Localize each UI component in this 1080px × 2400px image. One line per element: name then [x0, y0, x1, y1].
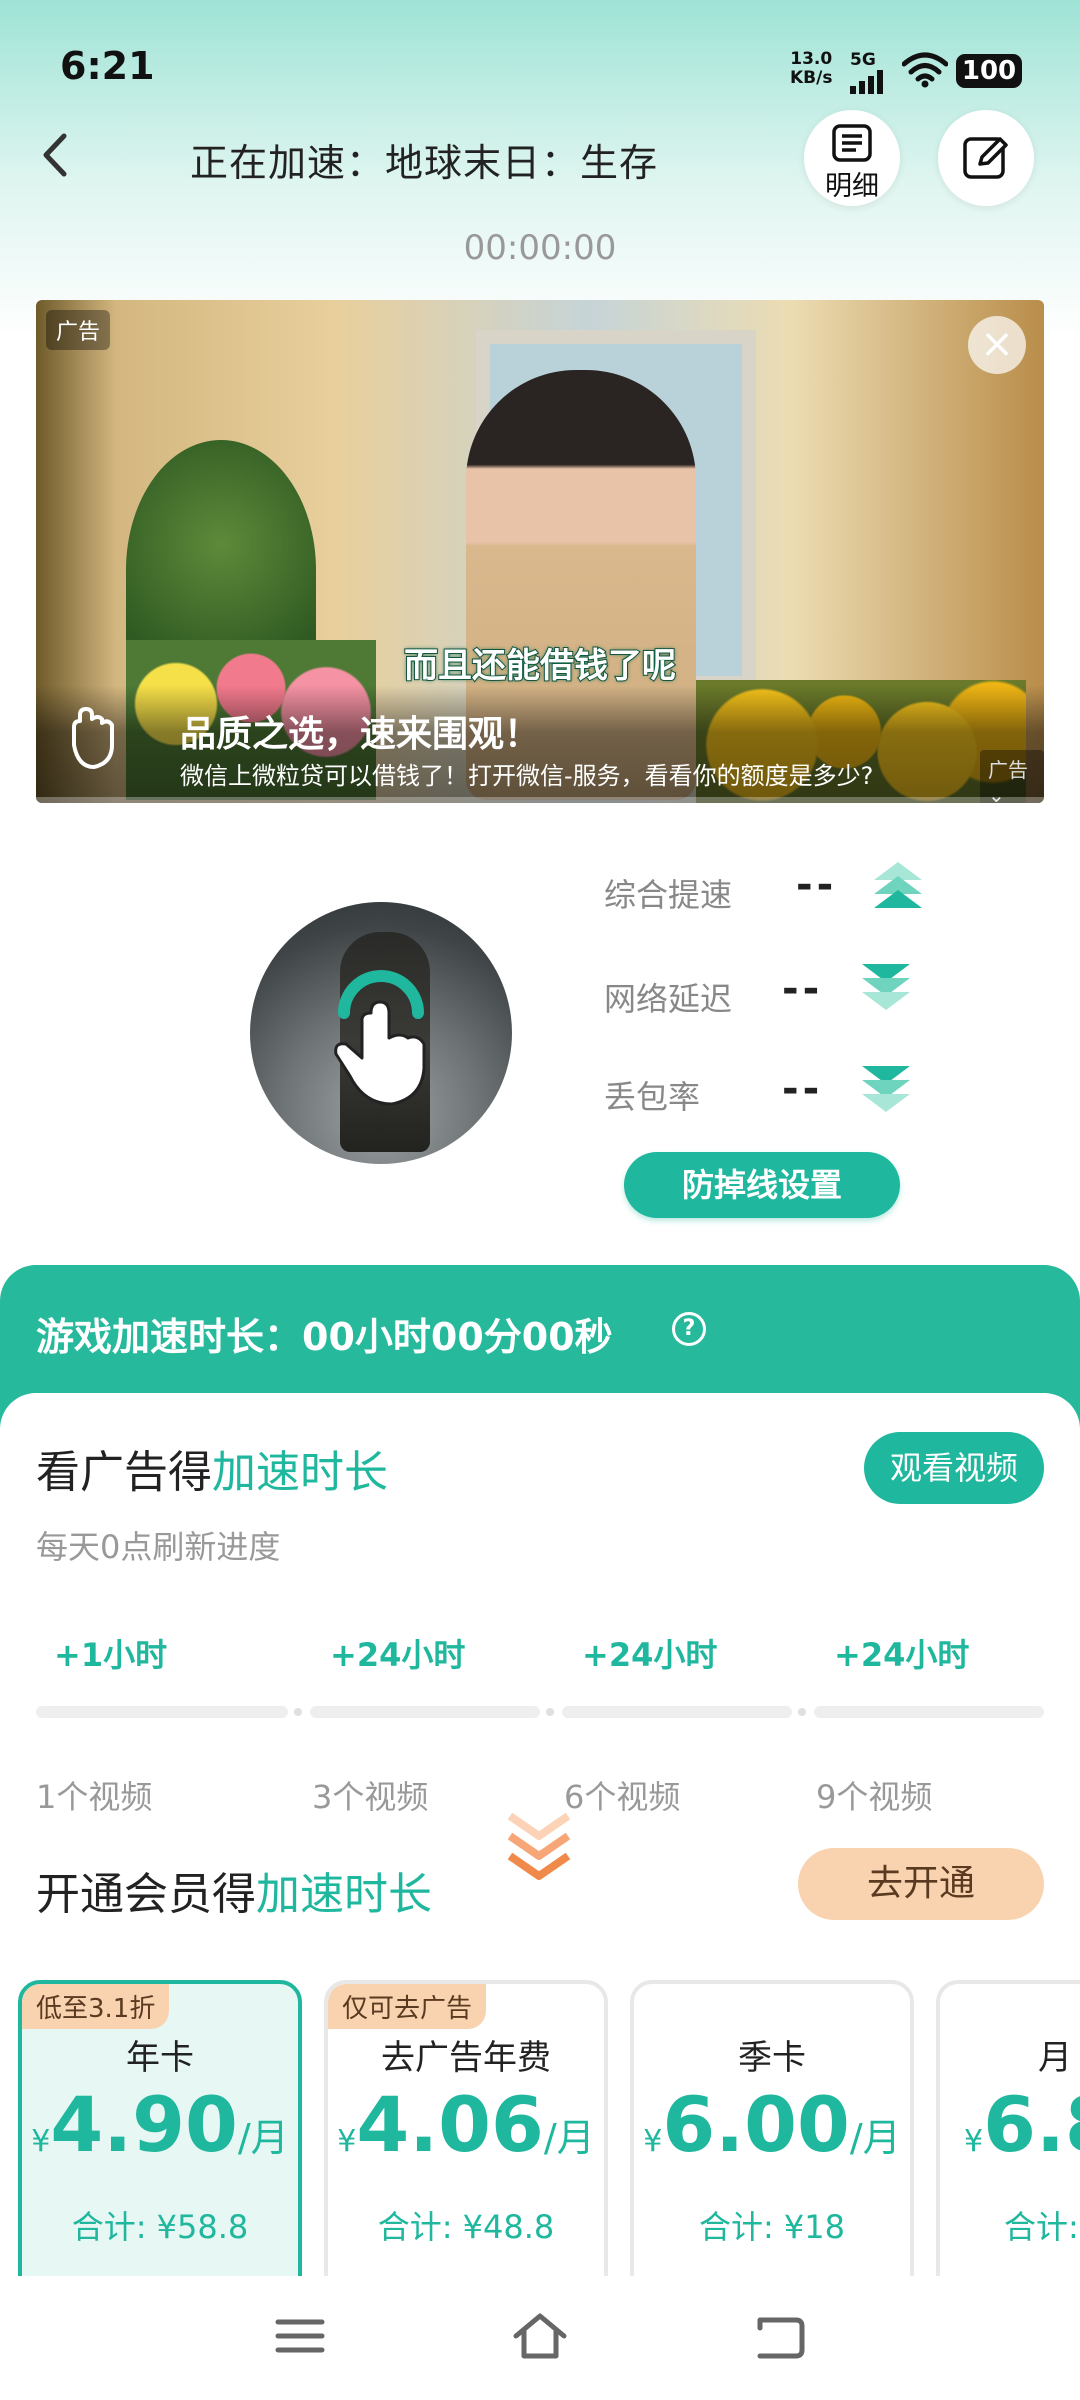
ad-more-button[interactable]: 广告 ⌄ [980, 750, 1044, 803]
stat-label-latency: 网络延迟 [604, 980, 733, 1018]
plan-card-quarterly[interactable]: 季卡 ¥6.00/月 合计: ¥18 [630, 1980, 914, 2300]
edit-button[interactable] [938, 110, 1034, 206]
game-duration-text: 游戏加速时长：00小时00分00秒 [36, 1315, 613, 1359]
detail-button[interactable]: 明细 [804, 110, 900, 206]
stat-label-speedup: 综合提速 [604, 876, 733, 914]
net-speed: 13.0 KB/s [790, 49, 833, 88]
video-count: 9个视频 [816, 1778, 933, 1816]
progress-node [798, 1708, 806, 1716]
ad-description: 微信上微粒贷可以借钱了！打开微信-服务，看看你的额度是多少? [180, 762, 874, 790]
stat-value-speedup: -- [796, 862, 838, 908]
plan-badge: 仅可去广告 [328, 1984, 487, 2029]
plan-total: 合计: ¥18 [698, 2208, 846, 2246]
plan-price: ¥6.8 [964, 2080, 1080, 2169]
plan-total: 合计: ¥48.8 [377, 2208, 555, 2246]
watch-video-button[interactable]: 观看视频 [864, 1432, 1044, 1504]
wifi-icon [902, 52, 948, 88]
plan-total: 合计: ¥58.8 [71, 2208, 249, 2246]
battery-indicator: 100 [956, 54, 1022, 88]
refresh-note: 每天0点刷新进度 [36, 1528, 281, 1566]
up-arrows-icon [874, 862, 922, 908]
plan-total: 合计: [1004, 2208, 1079, 2246]
progress-segment [36, 1706, 288, 1718]
reward-label: +24小时 [330, 1636, 466, 1674]
plan-card-monthly[interactable]: 月 ¥6.8 合计: [936, 1980, 1080, 2300]
stat-value-packet-loss: -- [782, 1066, 824, 1112]
back-icon[interactable] [750, 2306, 810, 2366]
list-icon [832, 124, 872, 162]
progress-segment [562, 1706, 792, 1718]
plan-price: ¥4.90/月 [31, 2080, 289, 2169]
hand-icon [72, 707, 114, 769]
anti-drop-settings-button[interactable]: 防掉线设置 [624, 1152, 900, 1218]
help-icon[interactable]: ? [672, 1312, 706, 1346]
status-time: 6:21 [60, 44, 155, 88]
acceleration-timer: 00:00:00 [463, 228, 617, 268]
reward-label: +24小时 [582, 1636, 718, 1674]
progress-node [294, 1708, 302, 1716]
home-icon[interactable] [510, 2306, 570, 2366]
ad-video-subtitle: 而且还能借钱了呢 [403, 645, 677, 687]
plan-name: 季卡 [738, 2038, 806, 2078]
reward-label: +1小时 [54, 1636, 168, 1674]
progress-segment [814, 1706, 1044, 1718]
stat-label-packet-loss: 丢包率 [604, 1078, 701, 1116]
plan-card-ad-free-annual[interactable]: 仅可去广告 去广告年费 ¥4.06/月 合计: ¥48.8 [324, 1980, 608, 2300]
open-membership-button[interactable]: 去开通 [798, 1848, 1044, 1920]
ad-tag: 广告 [46, 310, 111, 350]
ad-more-label: 广告 [988, 758, 1028, 782]
video-count: 3个视频 [312, 1778, 429, 1816]
page-title: 正在加速：地球末日：生存 [190, 141, 659, 185]
plan-card-annual[interactable]: 低至3.1折 年卡 ¥4.90/月 合计: ¥58.8 [18, 1980, 302, 2300]
progress-node [546, 1708, 554, 1716]
plan-badge: 低至3.1折 [22, 1984, 170, 2029]
video-count: 6个视频 [564, 1778, 681, 1816]
plan-name: 年卡 [126, 2038, 194, 2078]
video-ad-banner[interactable]: 广告 × 而且还能借钱了呢 品质之选，速来围观！ 微信上微粒贷可以借钱了！打开微… [36, 300, 1044, 803]
detail-label: 明细 [825, 171, 879, 202]
network-type: 5G [850, 50, 876, 70]
ad-progress-track [36, 797, 1044, 803]
plan-name: 去广告年费 [381, 2038, 551, 2078]
edit-icon [963, 137, 1008, 179]
scroll-down-chevrons-icon [507, 1812, 571, 1880]
video-count: 1个视频 [36, 1778, 153, 1816]
plan-price: ¥4.06/月 [337, 2080, 595, 2169]
plan-name: 月 [1038, 2038, 1072, 2078]
ad-headline: 品质之选，速来围观！ [180, 714, 541, 755]
plan-price: ¥6.00/月 [643, 2080, 901, 2169]
ad-reward-title: 看广告得加速时长 [36, 1447, 388, 1498]
down-arrows-icon [862, 1066, 910, 1112]
down-arrows-icon [862, 964, 910, 1010]
stat-value-latency: -- [782, 966, 824, 1012]
menu-icon[interactable] [270, 2306, 330, 2366]
ad-close-icon[interactable]: × [968, 316, 1026, 374]
back-arrow-icon[interactable] [36, 130, 76, 180]
touch-start-icon[interactable] [316, 958, 446, 1108]
reward-label: +24小时 [834, 1636, 970, 1674]
membership-title: 开通会员得加速时长 [36, 1869, 432, 1920]
progress-segment [310, 1706, 540, 1718]
signal-icon [850, 70, 883, 94]
